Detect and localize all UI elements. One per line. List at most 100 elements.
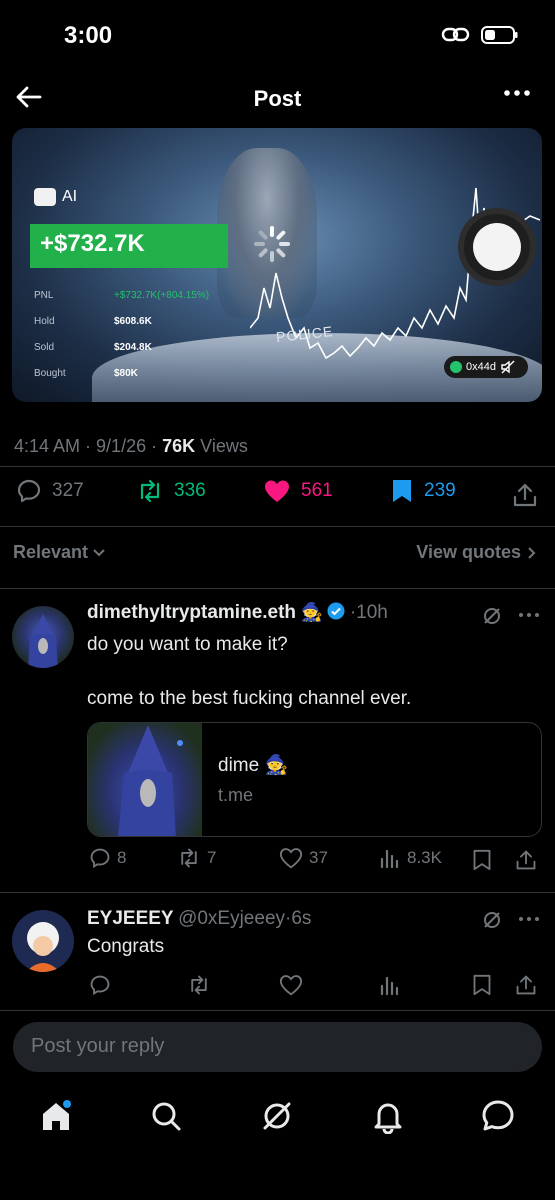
divider — [0, 526, 555, 527]
record-button-inner — [473, 223, 521, 271]
reply-handle[interactable]: @0xEyjeeey — [178, 908, 285, 929]
avatar[interactable] — [12, 910, 74, 972]
reply-header: EYJEEEY @0xEyjeeey·6s — [87, 908, 312, 929]
bottom-tab-bar — [0, 1086, 555, 1146]
repost-action[interactable]: 7 — [177, 847, 216, 869]
chevron-right-icon — [528, 546, 536, 559]
media-row-label: Sold — [34, 342, 55, 353]
search-icon[interactable] — [148, 1098, 184, 1134]
like-action[interactable]: 561 — [263, 478, 333, 504]
view-quotes-link[interactable]: View quotes — [416, 542, 537, 563]
card-domain: t.me — [218, 785, 254, 805]
repost-icon[interactable] — [187, 974, 211, 996]
divider — [0, 1010, 555, 1011]
media-row-label: Bought — [34, 368, 66, 379]
repost-icon — [181, 848, 197, 868]
reply-text-line: come to the best fucking channel ever. — [87, 688, 412, 709]
more-options-icon[interactable] — [503, 88, 531, 98]
divider — [0, 892, 555, 893]
wizard-thumbnail-icon — [118, 725, 183, 836]
media-row-label: PNL — [34, 290, 54, 301]
reply-action[interactable]: 327 — [16, 478, 84, 504]
card-title: dime 🧙 — [218, 755, 289, 776]
media-row-label: Hold — [34, 316, 55, 327]
more-options-icon[interactable] — [518, 916, 540, 922]
reply-icon — [17, 479, 41, 503]
repost-count: 7 — [207, 848, 217, 867]
divider — [0, 466, 555, 467]
media-ai-label: AI — [34, 188, 77, 206]
reply-input-placeholder: Post your reply — [31, 1035, 165, 1057]
reply-text: Congrats — [87, 936, 165, 957]
bookmark-icon[interactable] — [472, 849, 492, 871]
reply-author-name[interactable]: dimethyltryptamine.eth — [87, 602, 296, 623]
bookmark-icon — [393, 480, 411, 502]
post-time: 4:14 AM — [14, 436, 81, 456]
bookmark-count: 239 — [424, 480, 456, 501]
reply-text-line: do you want to make it? — [87, 634, 288, 655]
view-quotes-label: View quotes — [416, 542, 521, 562]
share-icon[interactable] — [512, 482, 538, 508]
views-chart-icon — [380, 849, 399, 869]
wizard-avatar-icon — [28, 614, 58, 668]
mute-icon[interactable] — [500, 359, 516, 375]
status-icons — [441, 24, 519, 46]
repost-action[interactable]: 336 — [136, 478, 206, 504]
reply-time: 6s — [291, 908, 312, 929]
post-date: 9/1/26 — [96, 436, 147, 456]
status-bar: 3:00 — [0, 0, 555, 74]
page-title: Post — [253, 86, 302, 111]
grok-icon[interactable] — [482, 606, 502, 626]
repost-count: 336 — [174, 480, 206, 501]
share-icon[interactable] — [515, 974, 537, 996]
loading-spinner-icon — [254, 226, 290, 262]
media-token-pill: 0x44d — [444, 356, 528, 378]
reply-author-name[interactable]: EYJEEEY — [87, 908, 174, 929]
reply-actions: 8 7 37 8.3K — [87, 847, 542, 877]
floating-record-button[interactable] — [458, 208, 536, 286]
share-icon[interactable] — [515, 849, 537, 871]
heart-icon[interactable] — [279, 974, 303, 996]
link-card[interactable]: dime 🧙 t.me — [87, 722, 542, 837]
like-count: 37 — [309, 848, 328, 867]
views-count: 8.3K — [407, 848, 442, 867]
ai-badge-icon — [34, 188, 56, 206]
messages-icon[interactable] — [480, 1098, 516, 1134]
more-options-icon[interactable] — [518, 612, 540, 618]
anime-avatar-icon — [26, 922, 60, 972]
avatar[interactable] — [12, 606, 74, 668]
reply-action[interactable]: 8 — [89, 847, 126, 869]
views-chart-icon[interactable] — [379, 974, 401, 996]
reply-sort-dropdown[interactable]: Relevant — [13, 542, 106, 563]
media-row-value: $80K — [114, 368, 138, 379]
heart-icon — [279, 848, 303, 869]
post-media-video[interactable]: AI +$732.7K PNL +$732.7K(+804.15%) Hold … — [12, 128, 542, 402]
reply-icon — [90, 848, 110, 869]
grok-tab-icon[interactable] — [259, 1098, 295, 1134]
reply-count: 327 — [52, 480, 84, 501]
token-text: 0x44d — [466, 361, 496, 373]
home-icon[interactable] — [38, 1098, 74, 1134]
bookmark-action[interactable]: 239 — [390, 478, 456, 504]
like-action[interactable]: 37 — [279, 847, 328, 869]
heart-icon — [265, 480, 289, 502]
bookmark-icon[interactable] — [472, 974, 492, 996]
reply-count: 8 — [117, 848, 127, 867]
reply-header: dimethyltryptamine.eth 🧙 ·10h — [87, 602, 388, 623]
card-thumbnail — [88, 723, 202, 836]
grok-icon[interactable] — [482, 910, 502, 930]
media-pnl-amount: +$732.7K — [30, 224, 228, 268]
views-action[interactable]: 8.3K — [379, 847, 442, 869]
post-actions: 327 336 561 239 — [0, 478, 555, 514]
post-views-count: 76K — [162, 436, 196, 456]
reply-icon[interactable] — [89, 974, 111, 996]
chevron-down-icon — [93, 548, 105, 556]
repost-icon — [140, 479, 160, 503]
post-meta: 4:14 AM · 9/1/26 · 76K Views — [14, 436, 248, 456]
reply-input[interactable]: Post your reply — [13, 1022, 542, 1072]
post-views-label: Views — [200, 436, 248, 456]
sort-label: Relevant — [13, 542, 89, 562]
notifications-bell-icon[interactable] — [370, 1098, 406, 1134]
battery-icon — [481, 26, 518, 44]
author-emoji: 🧙 — [300, 602, 323, 622]
